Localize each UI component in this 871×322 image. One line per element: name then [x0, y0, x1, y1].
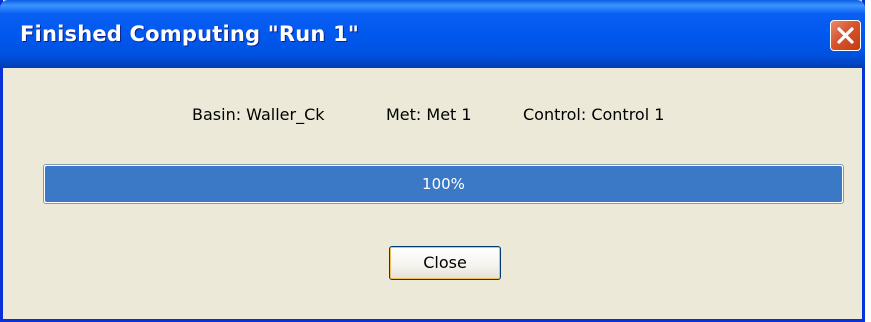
met-label: Met: Met 1 [386, 105, 472, 124]
dialog-body: Basin: Waller_Ck Met: Met 1 Control: Con… [3, 68, 862, 319]
basin-label: Basin: Waller_Ck [192, 105, 325, 124]
progress-percent: 100% [422, 175, 465, 193]
close-button[interactable]: Close [389, 246, 501, 280]
control-label: Control: Control 1 [523, 105, 665, 124]
title-bar[interactable]: Finished Computing "Run 1" [0, 0, 865, 68]
dialog-window: Finished Computing "Run 1" Basin: Waller… [0, 0, 865, 322]
window-title: Finished Computing "Run 1" [20, 22, 360, 46]
close-x-icon[interactable] [830, 20, 861, 51]
run-info: Basin: Waller_Ck Met: Met 1 Control: Con… [3, 105, 862, 127]
progress-bar: 100% [43, 164, 844, 204]
